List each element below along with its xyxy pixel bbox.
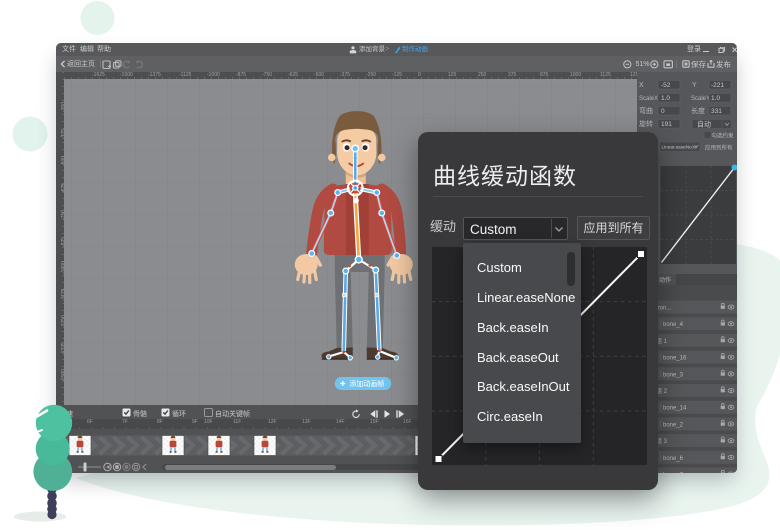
- svg-text:Linear.easeNone: Linear.easeNone: [662, 145, 698, 150]
- svg-text:191: 191: [661, 121, 672, 128]
- svg-text:添加动画帧: 添加动画帧: [349, 379, 384, 388]
- svg-text:bone_16: bone_16: [663, 356, 687, 362]
- svg-text:弯曲: 弯曲: [639, 106, 653, 115]
- svg-text:动作: 动作: [659, 276, 671, 284]
- svg-text:-52: -52: [661, 82, 671, 89]
- svg-text:bone_2: bone_2: [663, 422, 684, 428]
- svg-text:bone_4: bone_4: [663, 322, 684, 328]
- svg-text:bone_14: bone_14: [663, 406, 687, 412]
- svg-text:1.0: 1.0: [661, 95, 670, 102]
- svg-text:长度: 长度: [691, 106, 705, 115]
- svg-text:勾选约束: 勾选约束: [712, 132, 735, 140]
- svg-text:bone_7: bone_7: [663, 473, 684, 474]
- svg-text:1.0: 1.0: [711, 95, 720, 102]
- svg-text:ScaleX: ScaleX: [639, 96, 658, 102]
- svg-text:331: 331: [711, 108, 722, 115]
- svg-text:Y: Y: [692, 82, 697, 89]
- svg-text:bone_6: bone_6: [663, 456, 684, 462]
- svg-text:X: X: [639, 82, 644, 89]
- svg-text:ScaleY: ScaleY: [691, 96, 710, 102]
- svg-text:0: 0: [661, 108, 665, 115]
- svg-text:应用到所有: 应用到所有: [705, 144, 733, 152]
- svg-text:自动: 自动: [697, 120, 711, 129]
- svg-text:旋转: 旋转: [639, 119, 653, 128]
- svg-text:fron...: fron...: [656, 306, 672, 312]
- svg-text:-221: -221: [711, 82, 724, 89]
- svg-text:bone_3: bone_3: [663, 372, 684, 378]
